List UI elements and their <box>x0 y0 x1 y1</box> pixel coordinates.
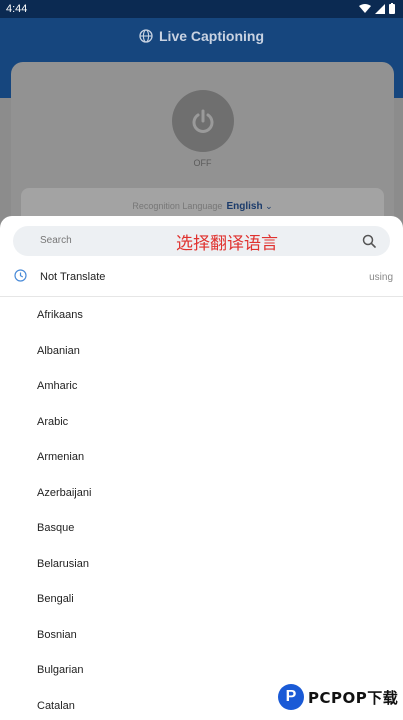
list-item[interactable]: Afrikaans <box>0 298 403 334</box>
list-item[interactable]: Amharic <box>0 369 403 405</box>
power-state-label: OFF <box>193 158 212 168</box>
recognition-language-label: Recognition Language <box>132 201 223 211</box>
current-language-name: Not Translate <box>40 271 106 283</box>
app-title-text: Live Captioning <box>159 28 264 44</box>
current-language-status: using <box>369 272 393 283</box>
watermark-text: PCPOP下载 <box>308 688 399 707</box>
list-item[interactable]: Basque <box>0 511 403 547</box>
list-item[interactable]: Arabic <box>0 405 403 441</box>
chevron-down-icon: ⌄ <box>265 201 273 211</box>
list-item[interactable]: Bosnian <box>0 618 403 654</box>
list-item[interactable]: Armenian <box>0 440 403 476</box>
watermark-logo: P PCPOP下载 <box>278 684 398 710</box>
watermark-logo-icon: P <box>278 684 304 710</box>
search-field[interactable]: Search 选择翻译语言 <box>13 226 390 256</box>
power-button[interactable] <box>172 90 234 152</box>
language-list: Afrikaans Albanian Amharic Arabic Armeni… <box>0 298 403 720</box>
battery-icon <box>389 3 395 14</box>
app-title: Live Captioning <box>0 28 403 44</box>
wifi-icon <box>359 3 371 13</box>
globe-icon <box>139 29 153 43</box>
recognition-language-value: English <box>226 201 263 212</box>
language-sheet: Search 选择翻译语言 Not Translate using Afrika… <box>0 216 403 720</box>
power-icon <box>192 109 214 133</box>
status-bar: 4:44 <box>0 0 403 18</box>
list-item[interactable]: Azerbaijani <box>0 476 403 512</box>
list-item[interactable]: Bengali <box>0 582 403 618</box>
signal-icon <box>375 3 385 14</box>
list-item[interactable]: Belarusian <box>0 547 403 583</box>
search-placeholder: Search <box>40 235 72 246</box>
search-icon[interactable] <box>362 234 376 248</box>
list-item[interactable]: Albanian <box>0 334 403 370</box>
current-language-row[interactable]: Not Translate using <box>0 262 403 297</box>
status-time: 4:44 <box>6 3 28 15</box>
clock-icon <box>14 269 27 282</box>
overlay-caption: 选择翻译语言 <box>176 234 278 254</box>
status-icons <box>359 3 395 14</box>
